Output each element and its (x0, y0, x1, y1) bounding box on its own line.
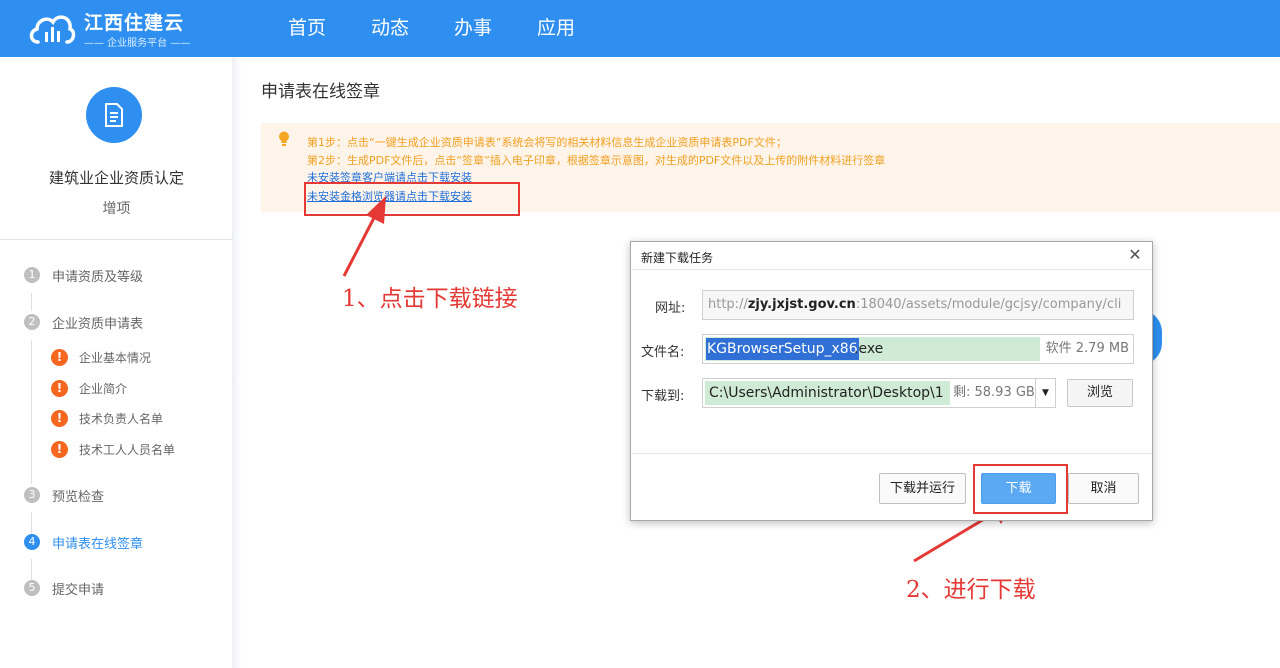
step-connector (31, 293, 32, 311)
step-item-5[interactable]: 5 提交申请 (24, 578, 104, 598)
logo-title: 江西住建云 (84, 12, 185, 34)
warning-icon: ! (51, 379, 68, 397)
step-label: 预览检查 (52, 489, 105, 505)
nav-news[interactable]: 动态 (371, 0, 409, 57)
sub-step-label: 技术负责人名单 (79, 411, 164, 426)
cloud-logo-icon (29, 15, 76, 44)
sidebar-shadow (233, 57, 241, 668)
step-item-2[interactable]: 2 企业资质申请表 (24, 312, 143, 332)
download-and-run-button[interactable]: 下载并运行 (879, 473, 966, 504)
file-name-extension: .exe (854, 341, 884, 357)
step-label: 提交申请 (52, 582, 105, 598)
step-number: 2 (24, 314, 40, 330)
notice-step1: 第1步：点击“一键生成企业资质申请表”系统会将写的相关材料信息生成企业资质申请表… (307, 136, 787, 149)
document-icon (86, 87, 142, 143)
highlight-box-download (973, 464, 1068, 514)
file-name-label: 文件名: (641, 345, 685, 360)
nav-home[interactable]: 首页 (288, 0, 326, 57)
file-name-input[interactable]: KGBrowserSetup_x86 .exe 软件 2.79 MB (702, 334, 1134, 364)
warning-icon: ! (51, 440, 68, 458)
logo-subtitle: —— 企业服务平台 —— (84, 38, 191, 49)
site-logo[interactable]: 江西住建云 —— 企业服务平台 —— (28, 6, 198, 52)
free-space: 剩: 58.93 GB (953, 385, 1035, 400)
url-field[interactable]: http://zjy.jxjst.gov.cn:18040/assets/mod… (702, 290, 1134, 320)
top-header: 江西住建云 —— 企业服务平台 —— 首页 动态 办事 应用 (0, 0, 1280, 57)
annotation-step1: 1、点击下载链接 (342, 286, 518, 312)
page-title: 申请表在线签章 (261, 82, 380, 102)
sub-step-label: 企业简介 (79, 381, 128, 396)
sub-step-item[interactable]: ! 企业基本情况 (51, 347, 151, 367)
close-icon[interactable]: ✕ (1126, 246, 1144, 264)
highlight-box-link (304, 182, 520, 216)
save-path-label: 下载到: (641, 389, 685, 404)
main-nav: 首页 动态 办事 应用 (288, 0, 620, 57)
save-path-input[interactable]: C:\Users\Administrator\Desktop\1 剩: 58.9… (702, 378, 1056, 408)
sidebar-divider (0, 239, 233, 240)
url-path: :18040/assets/module/gcjsy/company/cli (855, 297, 1122, 312)
step-label: 申请资质及等级 (52, 269, 144, 285)
save-path-value: C:\Users\Administrator\Desktop\1 (709, 385, 944, 401)
sidebar-title: 建筑业企业资质认定 (48, 169, 184, 187)
cancel-button[interactable]: 取消 (1068, 473, 1139, 504)
nav-services[interactable]: 办事 (454, 0, 492, 57)
dialog-footer-divider (631, 453, 1152, 454)
new-download-dialog: 新建下载任务 ✕ 网址: http://zjy.jxjst.gov.cn:180… (630, 241, 1153, 521)
step-label: 申请表在线签章 (52, 536, 144, 552)
dialog-title: 新建下载任务 (641, 251, 714, 265)
dialog-divider (631, 269, 1152, 270)
sidebar-subtitle: 增项 (102, 201, 131, 217)
sub-step-item[interactable]: ! 技术负责人名单 (51, 408, 163, 428)
step-item-1[interactable]: 1 申请资质及等级 (24, 265, 143, 285)
annotation-step2: 2、进行下载 (906, 577, 1036, 603)
chevron-down-icon[interactable]: ▼ (1035, 379, 1055, 407)
step-number: 3 (24, 487, 40, 503)
step-number: 1 (24, 267, 40, 283)
file-size: 软件 2.79 MB (1045, 341, 1129, 356)
sub-step-item[interactable]: ! 企业简介 (51, 378, 127, 398)
nav-apps[interactable]: 应用 (537, 0, 575, 57)
step-number: 4 (24, 534, 40, 550)
step-number: 5 (24, 580, 40, 596)
url-label: 网址: (655, 301, 686, 316)
step-connector (31, 340, 32, 484)
sub-step-label: 企业基本情况 (79, 350, 152, 365)
warning-icon: ! (51, 409, 68, 427)
file-name-selected: KGBrowserSetup_x86 (706, 338, 859, 360)
url-host: zjy.jxjst.gov.cn (747, 297, 856, 312)
step-item-4[interactable]: 4 申请表在线签章 (24, 532, 143, 552)
sub-step-label: 技术工人人员名单 (79, 442, 176, 457)
notice-step2: 第2步：生成PDF文件后，点击“签章”插入电子印章，根据签章示意图，对生成的PD… (307, 154, 886, 167)
step-label: 企业资质申请表 (52, 316, 144, 332)
browse-button[interactable]: 浏览 (1067, 379, 1133, 407)
lightbulb-icon (279, 131, 289, 146)
step-item-3[interactable]: 3 预览检查 (24, 485, 104, 505)
warning-icon: ! (51, 348, 68, 366)
sub-step-item[interactable]: ! 技术工人人员名单 (51, 439, 175, 459)
url-prefix: http:// (708, 297, 748, 312)
sidebar: 建筑业企业资质认定 增项 1 申请资质及等级 2 企业资质申请表 ! 企业基本情… (0, 57, 233, 668)
